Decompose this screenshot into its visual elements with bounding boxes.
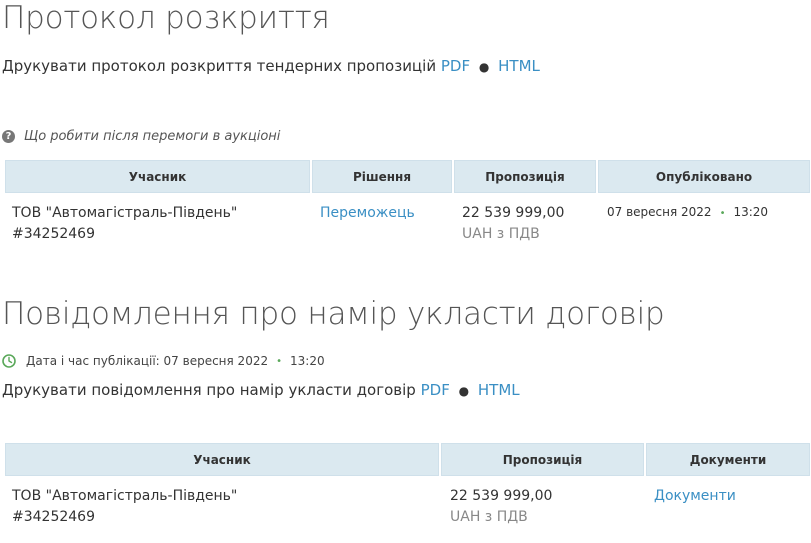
protocol-participant-cell: ТОВ "Автомагістраль-Південь" #34252469 [12,203,302,245]
notice-header-proposal: Пропозиція [441,443,644,476]
participant-id: #34252469 [12,509,95,525]
notice-publication-date: Дата і час публікації: 07 вересня 2022 • 1… [2,354,325,368]
notice-proposal-cell: 22 539 999,00 UAH з ПДВ [450,486,552,528]
protocol-header-participant: Учасник [5,160,310,193]
notice-header-participant: Учасник [5,443,439,476]
bullet-separator: ● [478,60,490,74]
proposal-amount: 22 539 999,00 [462,205,565,221]
participant-id: #34252469 [12,226,95,242]
bullet-separator: ● [458,384,470,398]
protocol-title: Протокол розкриття [2,0,330,36]
notice-participant-cell: ТОВ "Автомагістраль-Південь" #34252469 [12,486,432,528]
help-text: Що робити після перемоги в аукціоні [24,129,281,144]
protocol-header-published: Опубліковано [598,160,810,193]
pub-date-label: Дата і час публікації: 07 вересня 2022 [26,354,269,368]
proposal-currency: UAH з ПДВ [450,509,528,525]
published-cell: 07 вересня 2022 • 13:20 [607,202,768,224]
notice-header-documents: Документи [646,443,810,476]
pub-time: 13:20 [290,354,325,368]
notice-html-link[interactable]: HTML [478,381,520,399]
protocol-print-line: Друкувати протокол розкриття тендерних п… [2,57,540,75]
published-date: 07 вересня 2022 [607,205,712,219]
participant-name: ТОВ "Автомагістраль-Південь" [12,205,238,221]
notice-print-line: Друкувати повідомлення про намір укласти… [2,381,520,399]
clock-icon [2,354,16,368]
participant-name: ТОВ "Автомагістраль-Південь" [12,488,238,504]
published-time: 13:20 [733,205,769,219]
protocol-html-link[interactable]: HTML [498,57,540,75]
notice-pdf-link[interactable]: PDF [421,381,450,399]
protocol-header-decision: Рішення [312,160,452,193]
question-icon: ? [2,130,15,143]
decision-winner-link[interactable]: Переможець [320,203,415,224]
time-separator: • [719,208,726,219]
protocol-print-text: Друкувати протокол розкриття тендерних п… [2,57,437,75]
protocol-proposal-cell: 22 539 999,00 UAH з ПДВ [462,203,564,245]
proposal-currency: UAH з ПДВ [462,226,540,242]
proposal-amount: 22 539 999,00 [450,488,553,504]
help-link[interactable]: ? Що робити після перемоги в аукціоні [2,129,280,144]
protocol-header-proposal: Пропозиція [454,160,596,193]
documents-link[interactable]: Документи [654,486,736,507]
time-separator: • [276,355,282,367]
protocol-pdf-link[interactable]: PDF [441,57,470,75]
notice-print-text: Друкувати повідомлення про намір укласти… [2,381,416,399]
notice-title: Повідомлення про намір укласти договір [2,296,665,332]
